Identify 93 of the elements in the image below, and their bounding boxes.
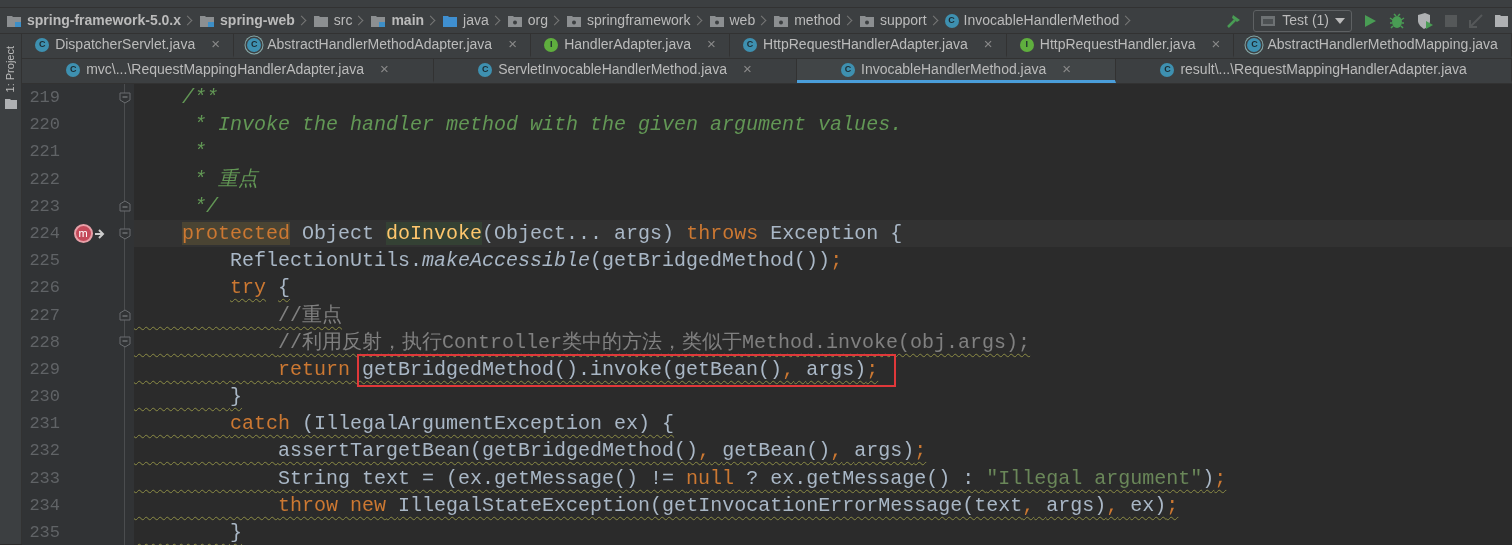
close-icon[interactable]: × — [1062, 58, 1072, 81]
folder-icon[interactable] — [1494, 12, 1508, 29]
editor-tab[interactable]: C AbstractHandlerMethodAdapter.java × — [234, 34, 532, 58]
code-line: * Invoke the handler method with the given argument values. — [193, 112, 903, 139]
breadcrumb-item[interactable]: java — [463, 10, 489, 31]
close-icon[interactable]: × — [508, 33, 517, 56]
breadcrumb-item[interactable]: spring-web — [220, 10, 295, 31]
package-folder-icon — [566, 13, 582, 28]
source-folder-icon — [442, 13, 459, 28]
module-folder-icon — [199, 13, 216, 28]
interface-icon: I — [1019, 37, 1034, 52]
tab-label: AbstractHandlerMethodAdapter.java — [267, 35, 493, 54]
code-line: * 重点 — [193, 166, 259, 193]
close-icon[interactable]: × — [707, 33, 716, 56]
module-folder-icon — [6, 13, 22, 28]
fold-icon[interactable] — [118, 227, 131, 240]
editor-tab[interactable]: C HttpRequestHandlerAdapter.java × — [729, 34, 1007, 58]
editor-tab[interactable]: I HttpRequestHandler.java × — [1006, 34, 1235, 58]
tab-label: mvc\...\RequestMappingHandlerAdapter.java — [86, 60, 364, 79]
code-line: } — [229, 384, 243, 411]
breadcrumb-item[interactable]: main — [391, 10, 425, 31]
fold-icon[interactable] — [118, 309, 131, 322]
code-line: catch (IllegalArgumentException ex) { — [229, 411, 675, 438]
class-icon: C — [944, 13, 959, 28]
tool-window-tab[interactable]: 1: Project — [2, 46, 19, 93]
tab-label: DispatcherServlet.java — [55, 35, 196, 54]
class-icon: C — [35, 37, 50, 52]
run-icon[interactable] — [1362, 12, 1378, 29]
tab-label: AbstractHandlerMethodMapping.java — [1267, 35, 1498, 54]
code-line: String text = (ex.getMessage() != null ? ex.getMessage() : "Illegal argument"); — [277, 465, 1227, 492]
code-line: //利用反射，执行Controller类中的方法，类似于Method.invoke(obj.args); — [277, 329, 1031, 356]
editor-tab[interactable]: C mvc\...\RequestMappingHandlerAdapter.java × — [22, 59, 434, 83]
fold-icon[interactable] — [118, 200, 131, 213]
package-folder-icon — [506, 13, 523, 28]
code-line: assertTargetBean(getBridgedMethod(), getBean(), args); — [277, 438, 927, 465]
tab-label: HandlerAdapter.java — [564, 35, 692, 54]
package-folder-icon — [858, 13, 875, 28]
editor-tab[interactable]: C result\...\RequestMappingHandlerAdapter.java — [1116, 59, 1512, 83]
class-icon: C — [247, 37, 262, 52]
breadcrumb-item[interactable]: org — [527, 10, 548, 31]
tab-label: InvocableHandlerMethod.java — [861, 60, 1047, 79]
package-folder-icon — [708, 13, 725, 28]
breadcrumb-item[interactable]: springframework — [587, 10, 691, 31]
class-icon: C — [478, 62, 493, 77]
close-icon[interactable]: × — [380, 58, 389, 81]
class-icon: C — [66, 62, 81, 77]
code-line: try { — [229, 275, 291, 302]
editor-tab[interactable]: I HandlerAdapter.java × — [531, 34, 730, 58]
tab-label: result\...\RequestMappingHandlerAdapter.java — [1180, 60, 1467, 79]
class-icon: C — [743, 37, 758, 52]
close-icon[interactable]: × — [211, 33, 220, 56]
arrow-icon — [94, 228, 107, 239]
caret-icon — [1335, 17, 1345, 24]
folder-icon — [4, 98, 17, 110]
tab-label: HttpRequestHandlerAdapter.java — [763, 35, 968, 54]
code-line: protected Object doInvoke(Object... args) throws Exception { — [181, 220, 903, 247]
code-line: throw new IllegalStateException(getInvocationErrorMessage(text, args), ex); — [277, 492, 1179, 519]
code-line: } — [229, 520, 243, 545]
breadcrumb-item[interactable]: InvocableHandlerMethod — [963, 10, 1120, 31]
fold-icon[interactable] — [118, 91, 131, 104]
editor-tab[interactable]: C DispatcherServlet.java × — [22, 34, 235, 58]
config-icon — [1260, 13, 1277, 28]
bug-icon[interactable] — [1388, 11, 1406, 30]
method-marker-icon[interactable]: m — [73, 224, 93, 244]
breadcrumb-item[interactable]: method — [794, 10, 841, 31]
close-icon[interactable]: × — [742, 58, 752, 81]
interface-icon: I — [544, 37, 559, 52]
fold-icon[interactable] — [118, 336, 131, 349]
breadcrumb-item[interactable]: support — [879, 10, 927, 31]
editor-tab[interactable]: C AbstractHandlerMethodMapping.java — [1234, 34, 1512, 58]
code-line: ReflectionUtils.makeAccessible(getBridgedMethod()); — [229, 248, 843, 275]
folder-icon — [312, 13, 329, 28]
breadcrumb-item[interactable]: spring-framework-5.0.x — [27, 10, 182, 31]
close-icon[interactable]: × — [983, 33, 993, 56]
close-icon[interactable]: × — [1211, 33, 1221, 56]
code-line: return getBridgedMethod().invoke(getBean(), args); — [134, 355, 879, 384]
code-line: */ — [193, 193, 219, 220]
module-folder-icon — [370, 13, 387, 28]
run-config-dropdown[interactable]: Test (1) — [1253, 9, 1352, 32]
code-line: /** — [181, 85, 219, 111]
editor-tab[interactable]: C InvocableHandlerMethod.java × — [796, 59, 1117, 83]
shield-run-icon[interactable] — [1416, 11, 1434, 30]
class-icon: C — [1160, 62, 1175, 77]
breadcrumb-item[interactable]: src — [333, 10, 353, 31]
breadcrumb-item[interactable]: web — [729, 10, 756, 31]
editor-tab[interactable]: C ServletInvocableHandlerMethod.java × — [433, 59, 797, 83]
tab-label: HttpRequestHandler.java — [1039, 35, 1196, 54]
tab-label: ServletInvocableHandlerMethod.java — [498, 60, 727, 79]
class-icon: C — [1247, 37, 1262, 52]
code-line: //重点 — [277, 302, 343, 329]
class-icon: C — [841, 62, 856, 77]
package-folder-icon — [773, 13, 790, 28]
code-line: * — [193, 139, 207, 166]
